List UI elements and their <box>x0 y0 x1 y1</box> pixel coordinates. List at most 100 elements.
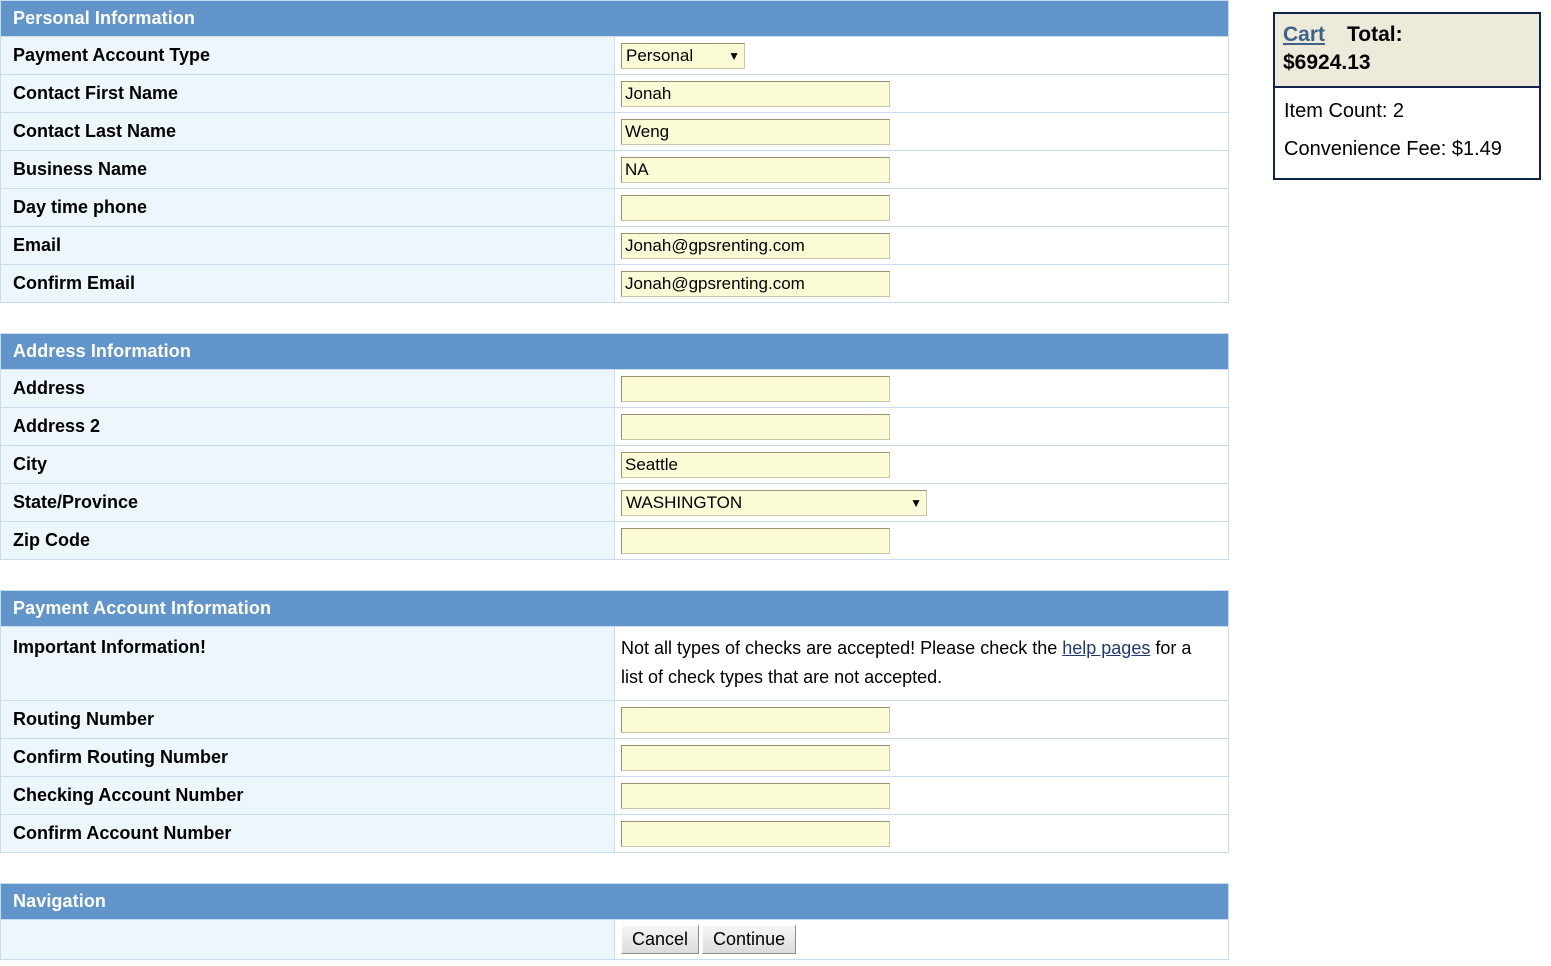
section-header-payment: Payment Account Information <box>0 590 1229 627</box>
label-contact-first-name: Contact First Name <box>0 74 615 113</box>
cell-confirm-routing-number <box>614 738 1229 777</box>
section-title-address: Address Information <box>0 333 1229 370</box>
label-confirm-email: Confirm Email <box>0 264 615 303</box>
row-zip-code: Zip Code <box>0 521 1229 560</box>
label-day-time-phone: Day time phone <box>0 188 615 227</box>
zip-code-input[interactable] <box>621 527 890 554</box>
row-contact-first-name: Contact First Name Jonah <box>0 74 1229 113</box>
row-navigation-buttons: Cancel Continue <box>0 919 1229 960</box>
section-navigation: Navigation Cancel Continue <box>0 883 1229 960</box>
email-input[interactable]: Jonah@gpsrenting.com <box>621 232 890 259</box>
page-root: Personal Information Payment Account Typ… <box>0 0 1551 960</box>
navigation-spacer-cell <box>0 919 615 960</box>
chevron-down-icon: ▼ <box>728 48 740 63</box>
cart-total-label: Total: <box>1347 23 1403 46</box>
label-email: Email <box>0 226 615 265</box>
row-address2: Address 2 <box>0 407 1229 446</box>
section-title-navigation: Navigation <box>0 883 1229 920</box>
section-header-navigation: Navigation <box>0 883 1229 920</box>
row-email: Email Jonah@gpsrenting.com <box>0 226 1229 265</box>
cell-day-time-phone <box>614 188 1229 227</box>
help-pages-link[interactable]: help pages <box>1062 638 1150 658</box>
payment-account-type-value: Personal <box>626 45 694 65</box>
label-important-information: Important Information! <box>0 626 615 701</box>
label-address1: Address <box>0 369 615 408</box>
contact-first-name-input[interactable]: Jonah <box>621 80 890 107</box>
contact-last-name-input[interactable]: Weng <box>621 118 890 145</box>
cart-convenience-fee: Convenience Fee: $1.49 <box>1284 138 1502 160</box>
city-input[interactable]: Seattle <box>621 451 890 478</box>
cell-contact-last-name: Weng <box>614 112 1229 151</box>
cell-routing-number <box>614 700 1229 739</box>
row-important-information: Important Information! Not all types of … <box>0 626 1229 701</box>
label-state-province: State/Province <box>0 483 615 522</box>
row-confirm-account-number: Confirm Account Number <box>0 814 1229 853</box>
cart-total-value: $6924.13 <box>1283 51 1371 74</box>
row-checking-account-number: Checking Account Number <box>0 776 1229 815</box>
cell-checking-account-number <box>614 776 1229 815</box>
cell-city: Seattle <box>614 445 1229 484</box>
routing-number-input[interactable] <box>621 706 890 733</box>
section-address-information: Address Information Address Address 2 Ci… <box>0 333 1229 560</box>
cell-email: Jonah@gpsrenting.com <box>614 226 1229 265</box>
confirm-account-number-input[interactable] <box>621 820 890 847</box>
cell-contact-first-name: Jonah <box>614 74 1229 113</box>
label-routing-number: Routing Number <box>0 700 615 739</box>
label-confirm-routing-number: Confirm Routing Number <box>0 738 615 777</box>
section-title-personal: Personal Information <box>0 0 1229 37</box>
row-city: City Seattle <box>0 445 1229 484</box>
note-text-before-link: Not all types of checks are accepted! Pl… <box>621 638 1063 658</box>
row-contact-last-name: Contact Last Name Weng <box>0 112 1229 151</box>
state-province-select[interactable]: WASHINGTON ▼ <box>621 489 927 516</box>
row-routing-number: Routing Number <box>0 700 1229 739</box>
row-day-time-phone: Day time phone <box>0 188 1229 227</box>
continue-button[interactable]: Continue <box>702 925 797 954</box>
cell-payment-account-type: Personal ▼ <box>614 36 1229 75</box>
row-business-name: Business Name NA <box>0 150 1229 189</box>
business-name-input[interactable]: NA <box>621 156 890 183</box>
section-header-personal: Personal Information <box>0 0 1229 37</box>
confirm-email-input[interactable]: Jonah@gpsrenting.com <box>621 270 890 297</box>
label-business-name: Business Name <box>0 150 615 189</box>
cell-navigation-buttons: Cancel Continue <box>614 919 1229 960</box>
section-personal-information: Personal Information Payment Account Typ… <box>0 0 1229 303</box>
cart-item-count: Item Count: 2 <box>1284 100 1405 122</box>
address1-input[interactable] <box>621 375 890 402</box>
cart-column: Cart Total: $6924.13 Item Count: 2 Conven… <box>1231 0 1541 180</box>
row-state-province: State/Province WASHINGTON ▼ <box>0 483 1229 522</box>
state-province-value: WASHINGTON <box>626 492 743 512</box>
cart-link[interactable]: Cart <box>1283 23 1325 46</box>
cell-address2 <box>614 407 1229 446</box>
row-confirm-routing-number: Confirm Routing Number <box>0 738 1229 777</box>
cell-state-province: WASHINGTON ▼ <box>614 483 1229 522</box>
cell-important-information-note: Not all types of checks are accepted! Pl… <box>614 626 1229 701</box>
cell-business-name: NA <box>614 150 1229 189</box>
cell-confirm-email: Jonah@gpsrenting.com <box>614 264 1229 303</box>
cancel-button[interactable]: Cancel <box>621 925 700 954</box>
payment-account-type-select[interactable]: Personal ▼ <box>621 42 745 69</box>
section-header-address: Address Information <box>0 333 1229 370</box>
label-checking-account-number: Checking Account Number <box>0 776 615 815</box>
section-payment-account-information: Payment Account Information Important In… <box>0 590 1229 853</box>
label-confirm-account-number: Confirm Account Number <box>0 814 615 853</box>
form-column: Personal Information Payment Account Typ… <box>0 0 1231 960</box>
cell-address1 <box>614 369 1229 408</box>
cart-header: Cart Total: $6924.13 <box>1275 14 1539 88</box>
cart-summary-box: Cart Total: $6924.13 Item Count: 2 Conven… <box>1273 12 1541 180</box>
cell-zip-code <box>614 521 1229 560</box>
label-address2: Address 2 <box>0 407 615 446</box>
section-title-payment: Payment Account Information <box>0 590 1229 627</box>
label-contact-last-name: Contact Last Name <box>0 112 615 151</box>
chevron-down-icon: ▼ <box>910 495 922 510</box>
label-zip-code: Zip Code <box>0 521 615 560</box>
day-time-phone-input[interactable] <box>621 194 890 221</box>
address2-input[interactable] <box>621 413 890 440</box>
checking-account-number-input[interactable] <box>621 782 890 809</box>
row-confirm-email: Confirm Email Jonah@gpsrenting.com <box>0 264 1229 303</box>
row-address1: Address <box>0 369 1229 408</box>
cell-confirm-account-number <box>614 814 1229 853</box>
label-payment-account-type: Payment Account Type <box>0 36 615 75</box>
row-payment-account-type: Payment Account Type Personal ▼ <box>0 36 1229 75</box>
label-city: City <box>0 445 615 484</box>
confirm-routing-number-input[interactable] <box>621 744 890 771</box>
